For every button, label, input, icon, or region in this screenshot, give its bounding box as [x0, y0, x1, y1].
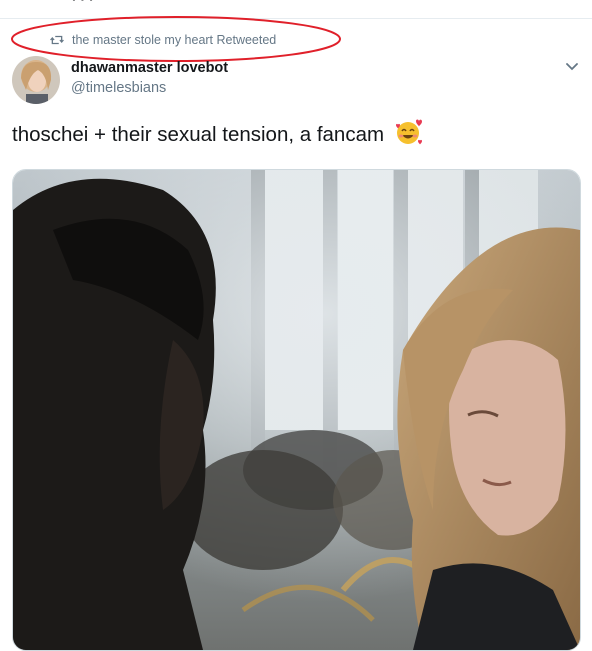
retweet-icon [50, 33, 64, 47]
previous-tweet-cutoff-text: · · · [72, 0, 94, 7]
tweet-author: dhawanmaster lovebot @timelesbians [71, 60, 228, 98]
smiling-face-with-hearts-emoji [394, 117, 424, 147]
author-avatar[interactable] [12, 56, 60, 104]
author-handle: @timelesbians [71, 80, 167, 96]
tweet-text: thoschei + their sexual tension, a fanca… [12, 123, 385, 146]
tweet-video-media[interactable] [12, 169, 581, 651]
tweet-body: thoschei + their sexual tension, a fanca… [12, 117, 572, 149]
tweet-menu-button[interactable] [561, 58, 583, 76]
chevron-down-icon [566, 63, 578, 71]
previous-tweet-strip: · · · [0, 0, 592, 19]
retweet-context-label: the master stole my heart Retweeted [72, 33, 277, 47]
retweet-context[interactable]: the master stole my heart Retweeted [50, 31, 276, 49]
author-name[interactable]: dhawanmaster lovebot [71, 60, 228, 76]
